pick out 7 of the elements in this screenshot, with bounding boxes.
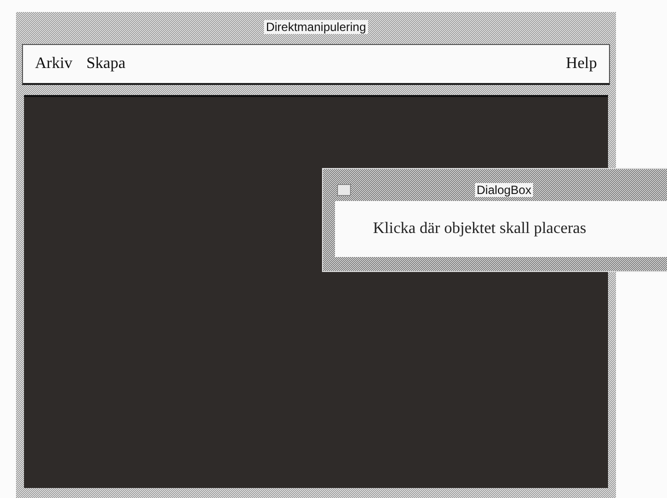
window-title: Direktmanipulering [264, 20, 368, 34]
menu-item[interactable]: Arkiv [35, 55, 72, 73]
dialog-title: DialogBox [474, 183, 534, 197]
window-menu-button[interactable] [337, 184, 351, 196]
menu-item[interactable]: Help [566, 55, 597, 73]
menu-item[interactable]: Skapa [86, 55, 126, 73]
dialog-message: Klicka där objektet skall placeras [373, 220, 586, 238]
